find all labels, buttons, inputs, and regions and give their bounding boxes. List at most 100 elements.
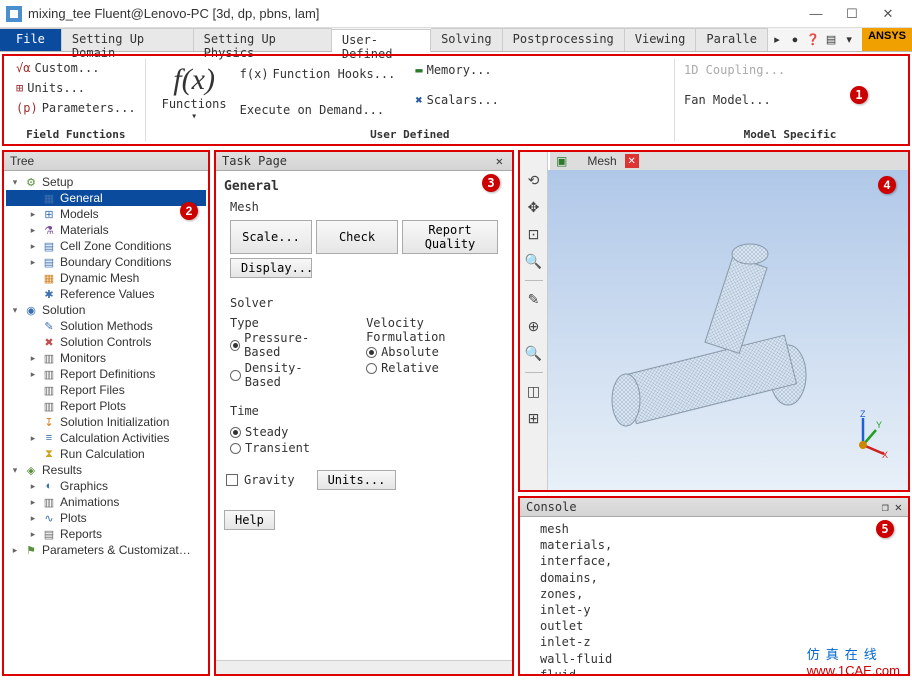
display-button[interactable]: Display... (230, 258, 312, 278)
units-button[interactable]: ⊞Units... (13, 79, 139, 97)
pan-icon[interactable]: ✥ (528, 199, 540, 216)
tree-item-label: Reference Values (60, 287, 155, 301)
tree-node-solution-methods[interactable]: ✎Solution Methods (6, 318, 206, 334)
help-button[interactable]: Help (224, 510, 275, 530)
tree-toggle-icon[interactable]: ▸ (28, 241, 38, 252)
mesh-viewport[interactable]: Z X Y (548, 170, 908, 490)
tree-node-report-plots[interactable]: ▥Report Plots (6, 398, 206, 414)
dropdown-icon[interactable]: ▾ (840, 28, 858, 51)
scalars-button[interactable]: ✖Scalars... (412, 91, 501, 109)
fan-model-button[interactable]: Fan Model... (681, 91, 788, 109)
menu-tab-viewing[interactable]: Viewing (625, 28, 697, 51)
menu-tab-solving[interactable]: Solving (431, 28, 503, 51)
tree-node-boundary-conditions[interactable]: ▸▤Boundary Conditions (6, 254, 206, 270)
tree-node-reference-values[interactable]: ✱Reference Values (6, 286, 206, 302)
tree-toggle-icon[interactable]: ▸ (28, 225, 38, 236)
view-icon[interactable]: ◫ (527, 383, 540, 400)
console-line: materials, (540, 537, 888, 553)
tree-node-plots[interactable]: ▸∿Plots (6, 510, 206, 526)
tree-node-results[interactable]: ▾◈Results (6, 462, 206, 478)
custom-button[interactable]: √αCustom... (13, 59, 139, 77)
tree-toggle-icon[interactable]: ▸ (28, 513, 38, 524)
tree-node-cell-zone-conditions[interactable]: ▸▤Cell Zone Conditions (6, 238, 206, 254)
radio-time-transient[interactable]: Transient (230, 440, 498, 456)
tree-toggle-icon[interactable]: ▾ (10, 305, 20, 316)
execute-button[interactable]: Execute on Demand... (237, 101, 399, 119)
probe-icon[interactable]: ✎ (528, 291, 540, 308)
console-line: zones, (540, 586, 888, 602)
console-line: inlet-y (540, 602, 888, 618)
radio-time-steady[interactable]: Steady (230, 424, 498, 440)
tree-toggle-icon[interactable]: ▾ (10, 465, 20, 476)
tree-toggle-icon[interactable]: ▸ (10, 545, 20, 556)
tree-node-dynamic-mesh[interactable]: ▦Dynamic Mesh (6, 270, 206, 286)
menu-tab-user-defined[interactable]: User-Defined (332, 29, 431, 52)
maximize-button[interactable]: ☐ (834, 2, 870, 26)
tree-toggle-icon[interactable]: ▸ (28, 433, 38, 444)
radio-type-density-based[interactable]: Density-Based (230, 360, 336, 390)
mesh-tab-close[interactable]: ✕ (625, 154, 639, 168)
radio-type-pressure-based[interactable]: Pressure-Based (230, 330, 336, 360)
menu-tab-postprocessing[interactable]: Postprocessing (503, 28, 625, 51)
radio-vf-relative[interactable]: Relative (366, 360, 498, 376)
menu-file[interactable]: File (0, 28, 62, 51)
tree-node-reports[interactable]: ▸▤Reports (6, 526, 206, 542)
tree-node-solution-initialization[interactable]: ↧Solution Initialization (6, 414, 206, 430)
zoom-in-icon[interactable]: 🔍 (525, 345, 542, 362)
camera-icon[interactable]: ⊞ (528, 410, 540, 427)
layout-icon[interactable]: ▤ (822, 28, 840, 51)
close-button[interactable]: ✕ (870, 2, 906, 26)
rotate-icon[interactable]: ⟲ (528, 172, 540, 189)
zoom-box-icon[interactable]: ⊡ (528, 226, 540, 243)
tree-node-calculation-activities[interactable]: ▸≡Calculation Activities (6, 430, 206, 446)
units-button-task[interactable]: Units... (317, 470, 397, 490)
tree-node-models[interactable]: ▸⊞Models (6, 206, 206, 222)
tree-node-monitors[interactable]: ▸▥Monitors (6, 350, 206, 366)
zoom-icon[interactable]: 🔍 (525, 253, 542, 270)
console-line: outlet (540, 618, 888, 634)
tree-toggle-icon[interactable]: ▸ (28, 481, 38, 492)
tree-toggle-icon[interactable]: ▾ (10, 177, 20, 188)
parameters-button[interactable]: (p)Parameters... (13, 99, 139, 117)
tree-node-general[interactable]: ▦General (6, 190, 206, 206)
tree-node-materials[interactable]: ▸⚗Materials (6, 222, 206, 238)
gravity-checkbox[interactable] (226, 474, 238, 486)
menu-tab-setting-up-domain[interactable]: Setting Up Domain (62, 28, 194, 51)
tree-toggle-icon[interactable]: ▸ (28, 369, 38, 380)
tree-toggle-icon[interactable]: ▸ (28, 257, 38, 268)
task-close-icon[interactable]: ✕ (493, 154, 506, 168)
tree-node-graphics[interactable]: ▸◐Graphics (6, 478, 206, 494)
menu-tab-paralle[interactable]: Paralle (696, 28, 768, 51)
tree-node-solution[interactable]: ▾◉Solution (6, 302, 206, 318)
tree-body[interactable]: ▾⚙Setup▦General▸⊞Models▸⚗Materials▸▤Cell… (4, 171, 208, 674)
tree-toggle-icon[interactable]: ▸ (28, 209, 38, 220)
collapse-icon[interactable]: ● (786, 28, 804, 51)
scale-button[interactable]: Scale... (230, 220, 312, 254)
console-close-icon[interactable]: ✕ (895, 500, 902, 514)
memory-button[interactable]: ▬Memory... (412, 61, 501, 79)
tree-node-report-definitions[interactable]: ▸▥Report Definitions (6, 366, 206, 382)
fit-icon[interactable]: ⊕ (528, 318, 540, 335)
minimize-button[interactable]: — (798, 2, 834, 26)
function-hooks-button[interactable]: f(x)Function Hooks... (237, 65, 399, 83)
tree-toggle-icon[interactable]: ▸ (28, 529, 38, 540)
tree-node-setup[interactable]: ▾⚙Setup (6, 174, 206, 190)
functions-button[interactable]: f(x) Functions▾ (152, 59, 237, 126)
ansys-logo: ANSYS (862, 28, 912, 51)
task-scrollbar[interactable] (216, 660, 512, 674)
radio-icon (366, 347, 377, 358)
radio-vf-absolute[interactable]: Absolute (366, 344, 498, 360)
help-icon[interactable]: ❓ (804, 28, 822, 51)
report-quality-button[interactable]: Report Quality (402, 220, 498, 254)
overflow-icon[interactable]: ▸ (768, 28, 786, 51)
tree-toggle-icon[interactable]: ▸ (28, 497, 38, 508)
console-dock-icon[interactable]: ❐ (882, 500, 889, 514)
tree-node-animations[interactable]: ▸▥Animations (6, 494, 206, 510)
tree-node-parameters-customizat-[interactable]: ▸⚑Parameters & Customizat… (6, 542, 206, 558)
tree-toggle-icon[interactable]: ▸ (28, 353, 38, 364)
check-button[interactable]: Check (316, 220, 398, 254)
tree-node-report-files[interactable]: ▥Report Files (6, 382, 206, 398)
menu-tab-setting-up-physics[interactable]: Setting Up Physics (194, 28, 332, 51)
tree-node-solution-controls[interactable]: ✖Solution Controls (6, 334, 206, 350)
tree-node-run-calculation[interactable]: ⧗Run Calculation (6, 446, 206, 462)
